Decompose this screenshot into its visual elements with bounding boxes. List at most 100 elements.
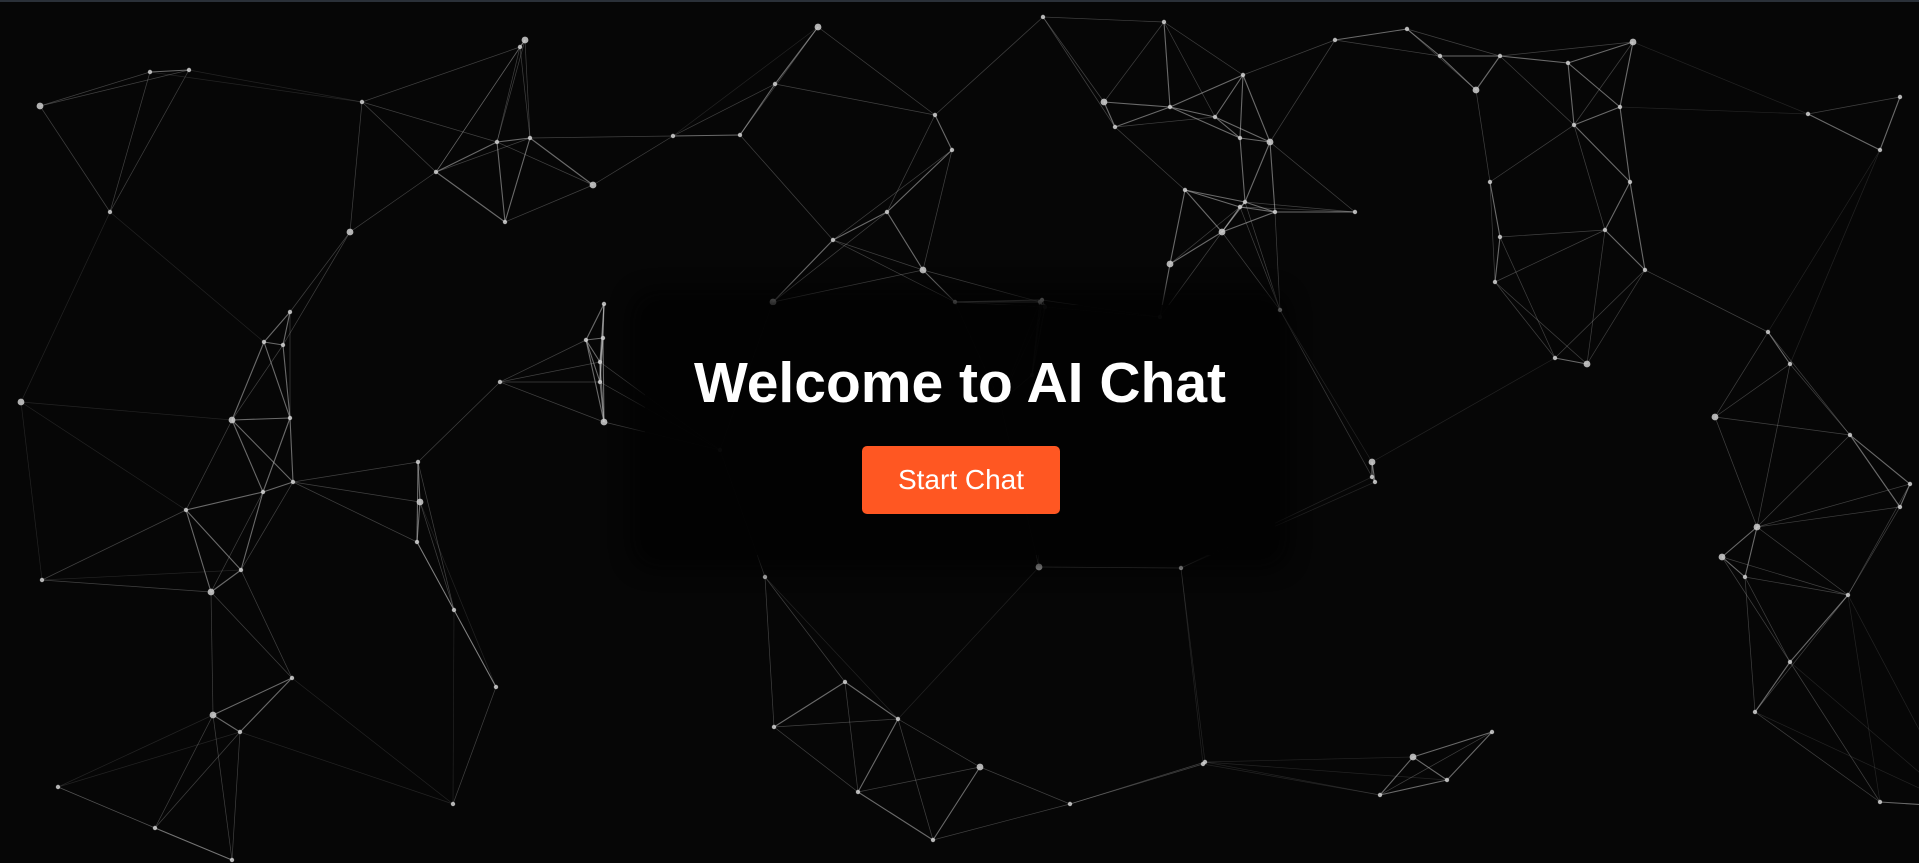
network-link (185, 509, 212, 593)
network-link (1103, 101, 1171, 108)
network-link (20, 401, 187, 511)
network-link (774, 83, 936, 116)
network-link (154, 714, 214, 829)
network-link (1163, 21, 1216, 118)
network-node (884, 209, 890, 215)
network-link (1756, 526, 1849, 596)
network-node (1718, 553, 1726, 561)
network-node (1182, 187, 1188, 193)
network-link (764, 576, 775, 728)
network-node (1166, 260, 1174, 268)
network-node (1332, 37, 1338, 43)
network-node (1277, 307, 1283, 313)
network-link (57, 731, 241, 788)
network-link (1573, 106, 1621, 126)
network-link (922, 149, 953, 271)
network-link (897, 566, 1040, 720)
network-node (1237, 135, 1243, 141)
network-node (1845, 592, 1851, 598)
network-node (183, 507, 189, 513)
network-link (1406, 28, 1501, 57)
network-link (1754, 711, 1919, 789)
network-link (1619, 41, 1634, 108)
network-link (504, 184, 594, 223)
network-link (212, 677, 293, 716)
network-link (231, 731, 241, 861)
network-link (832, 239, 956, 303)
network-link (1279, 309, 1373, 478)
network-link (263, 311, 291, 343)
network-link (922, 269, 956, 303)
network-link (1494, 229, 1606, 283)
network-link (1847, 594, 1881, 803)
network-link (857, 791, 934, 841)
network-link (1721, 556, 1849, 596)
network-link (1244, 141, 1271, 203)
network-link (585, 339, 601, 383)
network-link (231, 344, 284, 421)
network-link (1567, 62, 1621, 108)
network-node (237, 729, 243, 735)
network-link (185, 509, 242, 571)
network-node (1040, 14, 1046, 20)
network-link (1494, 281, 1556, 359)
network-link (349, 101, 363, 233)
network-link (435, 141, 498, 173)
network-node (186, 67, 192, 73)
network-link (417, 381, 501, 463)
network-link (210, 591, 214, 716)
network-link (672, 83, 776, 137)
network-link (1632, 41, 1809, 115)
network-node (1897, 94, 1903, 100)
network-link (1586, 269, 1646, 365)
start-chat-button[interactable]: Start Chat (862, 446, 1060, 514)
network-link (1204, 756, 1414, 763)
network-link (844, 681, 859, 793)
network-node (260, 489, 266, 495)
network-node (1377, 792, 1383, 798)
network-link (20, 401, 43, 581)
network-node (497, 379, 503, 385)
network-link (1789, 661, 1919, 773)
network-link (1499, 55, 1575, 126)
network-node (600, 418, 608, 426)
network-link (672, 26, 819, 137)
network-node (1178, 565, 1184, 571)
network-link (857, 718, 899, 793)
network-node (238, 567, 244, 573)
network-link (897, 718, 981, 768)
network-node (414, 539, 420, 545)
network-node (1583, 360, 1591, 368)
network-node (228, 416, 236, 424)
network-node (1100, 98, 1108, 106)
network-link (772, 211, 888, 303)
network-link (1103, 21, 1165, 103)
network-link (1180, 567, 1204, 765)
network-node (842, 679, 848, 685)
network-node (830, 237, 836, 243)
network-node (39, 577, 45, 583)
network-link (57, 714, 214, 788)
network-link (773, 726, 859, 793)
network-link (1169, 231, 1223, 265)
network-link (417, 461, 455, 611)
network-node (601, 301, 607, 307)
network-link (1499, 55, 1569, 64)
hero-panel: Welcome to AI Chat Start Chat (645, 305, 1275, 555)
network-node (771, 724, 777, 730)
network-link (932, 803, 1071, 841)
network-link (292, 461, 419, 483)
network-node (932, 112, 938, 118)
network-link (1379, 731, 1493, 796)
network-link (1221, 231, 1281, 311)
network-link (1744, 576, 1756, 713)
network-link (1274, 211, 1281, 311)
network-node (670, 133, 676, 139)
network-node (1787, 659, 1793, 665)
network-link (886, 211, 924, 271)
network-node (1602, 227, 1608, 233)
network-link (452, 686, 497, 805)
network-node (772, 81, 778, 87)
network-node (1642, 267, 1648, 273)
network-link (292, 481, 421, 503)
